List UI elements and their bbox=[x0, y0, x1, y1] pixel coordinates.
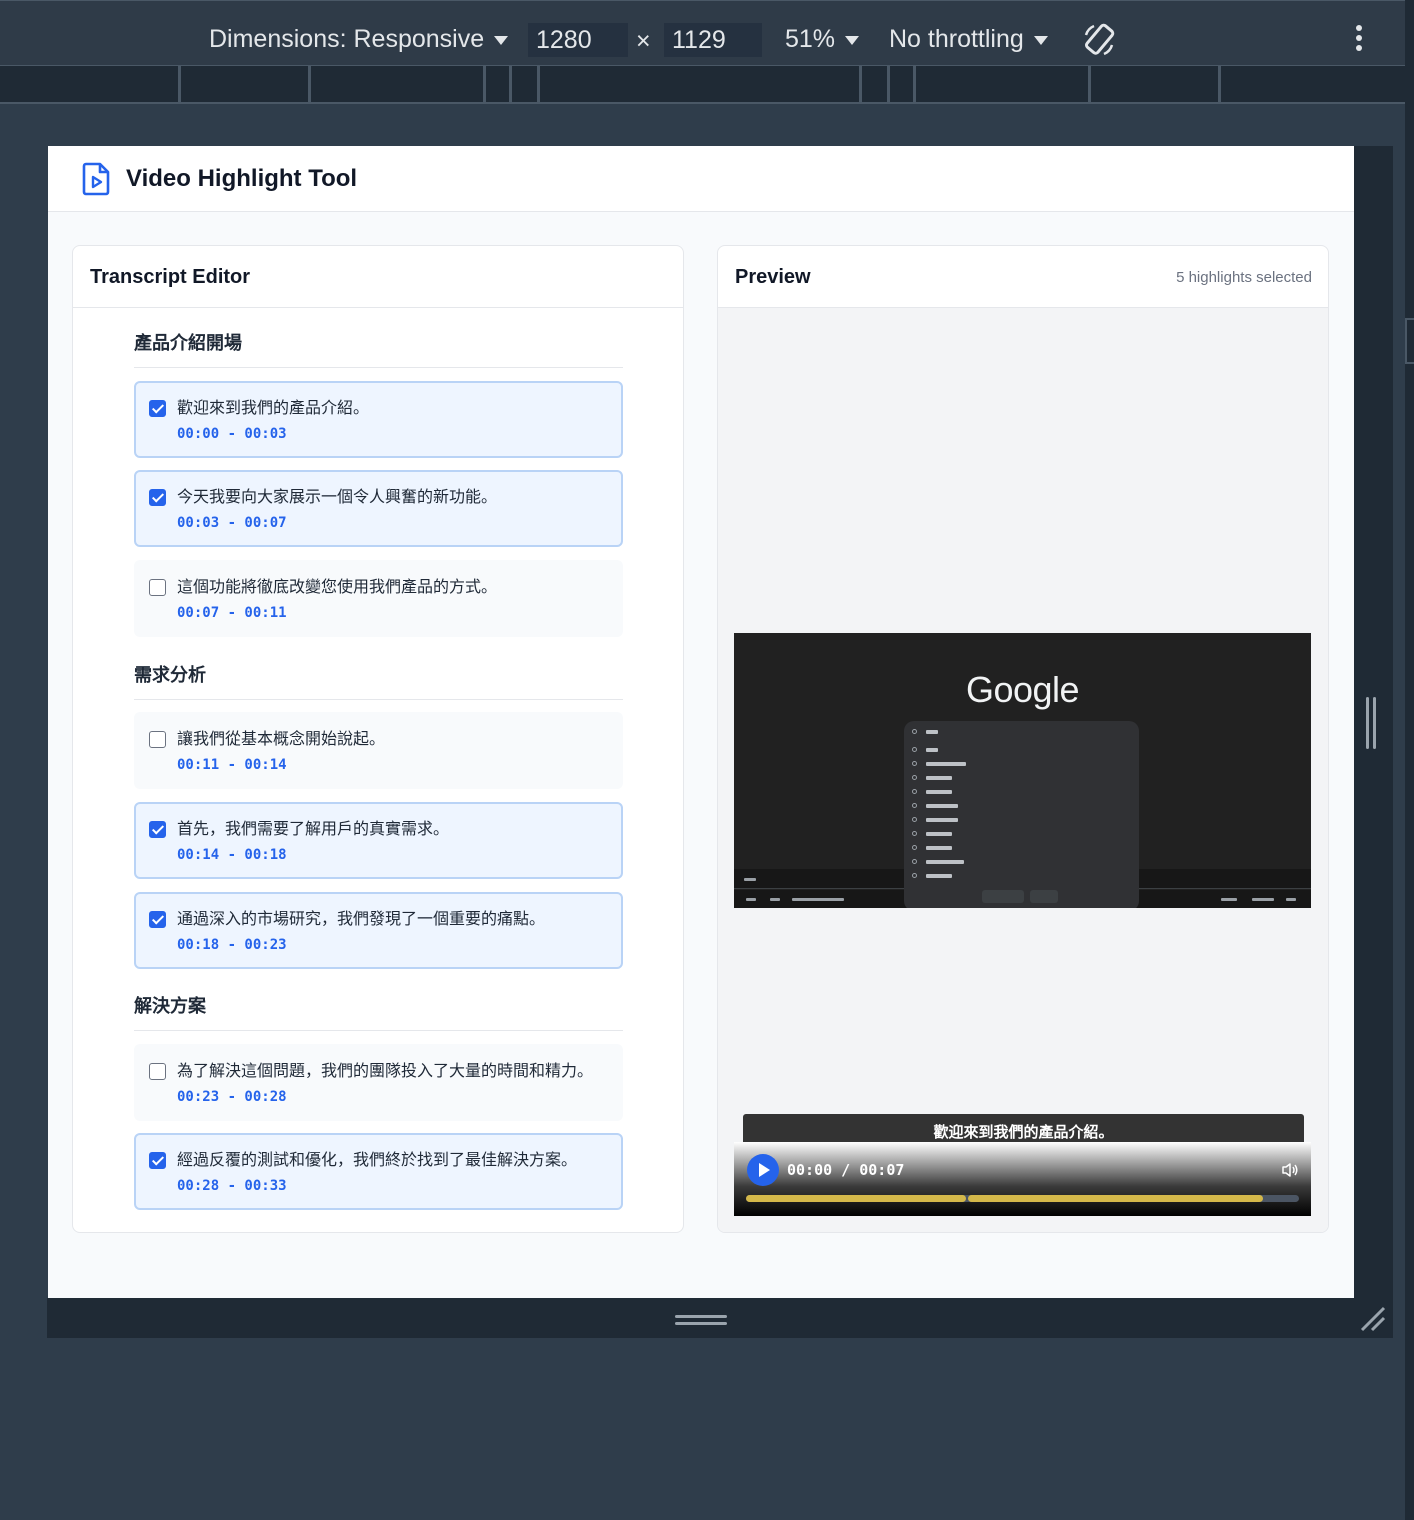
segment-time: 00:07 - 00:11 bbox=[177, 605, 287, 621]
emulated-page: Video Highlight Tool Transcript Editor 產… bbox=[48, 146, 1354, 1298]
video-search-dropdown bbox=[904, 721, 1139, 908]
media-query-bar[interactable] bbox=[0, 66, 1405, 104]
segment-text: 這個功能將徹底改變您使用我們產品的方式。 bbox=[177, 577, 498, 596]
segment-checkbox[interactable] bbox=[149, 1063, 166, 1080]
segment-text: 首先，我們需要了解用戶的真實需求。 bbox=[177, 819, 450, 838]
highlight-range[interactable] bbox=[746, 1195, 967, 1202]
side-strip-marker bbox=[1405, 318, 1414, 364]
segment-time: 00:00 - 00:03 bbox=[177, 426, 287, 442]
video-frame[interactable]: Google bbox=[734, 633, 1311, 908]
zoom-dropdown[interactable]: 51% bbox=[785, 21, 860, 57]
chevron-down-icon bbox=[1033, 35, 1048, 45]
segment-time: 00:11 - 00:14 bbox=[177, 757, 287, 773]
preview-title: Preview bbox=[735, 266, 811, 288]
editor-header: Transcript Editor bbox=[73, 246, 683, 308]
segment-checkbox[interactable] bbox=[149, 400, 166, 417]
preview-header: Preview 5 highlights selected bbox=[718, 246, 1328, 308]
resize-corner-icon[interactable] bbox=[1358, 1304, 1388, 1334]
highlights-count: 5 highlights selected bbox=[1176, 269, 1312, 286]
times-separator: × bbox=[636, 27, 651, 55]
segment-text: 經過反覆的測試和優化，我們終於找到了最佳解決方案。 bbox=[177, 1150, 578, 1169]
rotate-icon[interactable] bbox=[1080, 21, 1118, 59]
segment-time: 00:14 - 00:18 bbox=[177, 847, 287, 863]
segment-time: 00:03 - 00:07 bbox=[177, 515, 287, 531]
throttling-dropdown[interactable]: No throttling bbox=[889, 21, 1048, 57]
time-display: 00:00 / 00:07 bbox=[787, 1161, 905, 1179]
segment-checkbox[interactable] bbox=[149, 911, 166, 928]
segment-text: 讓我們從基本概念開始說起。 bbox=[177, 729, 386, 748]
transcript-editor-panel: Transcript Editor 產品介紹開場 歡迎來到我們的產品介紹。 00… bbox=[72, 245, 684, 1233]
dimensions-label: Dimensions: Responsive bbox=[209, 25, 485, 53]
transcript-segment[interactable]: 通過深入的市場研究，我們發現了一個重要的痛點。 00:18 - 00:23 bbox=[134, 892, 623, 969]
segment-time: 00:28 - 00:33 bbox=[177, 1178, 287, 1194]
segment-checkbox[interactable] bbox=[149, 579, 166, 596]
transcript-segment[interactable]: 讓我們從基本概念開始說起。 00:11 - 00:14 bbox=[134, 712, 623, 789]
segment-checkbox[interactable] bbox=[149, 821, 166, 838]
resize-handle-bottom[interactable] bbox=[675, 1315, 727, 1325]
segment-text: 今天我要向大家展示一個令人興奮的新功能。 bbox=[177, 487, 498, 506]
app-header: Video Highlight Tool bbox=[48, 146, 1354, 212]
devtools-toolbar: Dimensions: Responsive 1280 × 1129 51% N… bbox=[0, 0, 1405, 66]
play-button[interactable] bbox=[747, 1154, 779, 1186]
transcript-segment[interactable]: 為了解決這個問題，我們的團隊投入了大量的時間和精力。 00:23 - 00:28 bbox=[134, 1044, 623, 1121]
segment-text: 為了解決這個問題，我們的團隊投入了大量的時間和精力。 bbox=[177, 1061, 594, 1080]
height-input[interactable]: 1129 bbox=[664, 23, 762, 57]
segment-checkbox[interactable] bbox=[149, 489, 166, 506]
segment-text: 歡迎來到我們的產品介紹。 bbox=[177, 398, 370, 417]
segment-text: 通過深入的市場研究，我們發現了一個重要的痛點。 bbox=[177, 909, 546, 928]
transcript-segment[interactable]: 這個功能將徹底改變您使用我們產品的方式。 00:07 - 00:11 bbox=[134, 560, 623, 637]
segment-time: 00:18 - 00:23 bbox=[177, 937, 287, 953]
video-controls: 00:00 / 00:07 bbox=[734, 1142, 1311, 1216]
progress-track[interactable] bbox=[746, 1195, 1299, 1202]
throttling-label: No throttling bbox=[889, 25, 1024, 53]
segment-time: 00:23 - 00:28 bbox=[177, 1089, 287, 1105]
video-file-icon bbox=[82, 162, 110, 196]
video-brand-text: Google bbox=[965, 669, 1080, 710]
preview-panel: Preview 5 highlights selected Google 歡迎來… bbox=[717, 245, 1329, 1233]
width-input[interactable]: 1280 bbox=[528, 23, 628, 57]
transcript-segment[interactable]: 首先，我們需要了解用戶的真實需求。 00:14 - 00:18 bbox=[134, 802, 623, 879]
transcript-segment[interactable]: 經過反覆的測試和優化，我們終於找到了最佳解決方案。 00:28 - 00:33 bbox=[134, 1133, 623, 1210]
segment-checkbox[interactable] bbox=[149, 1152, 166, 1169]
highlight-range[interactable] bbox=[968, 1195, 1264, 1202]
transcript-segment[interactable]: 歡迎來到我們的產品介紹。 00:00 - 00:03 bbox=[134, 381, 623, 458]
section-title: 需求分析 bbox=[134, 663, 623, 700]
dimensions-dropdown[interactable]: Dimensions: Responsive bbox=[209, 21, 509, 57]
section-title: 解決方案 bbox=[134, 994, 623, 1031]
chevron-down-icon bbox=[494, 35, 509, 45]
section-title: 產品介紹開場 bbox=[134, 331, 623, 368]
editor-title: Transcript Editor bbox=[90, 266, 251, 288]
transcript-segment[interactable]: 今天我要向大家展示一個令人興奮的新功能。 00:03 - 00:07 bbox=[134, 470, 623, 547]
app-title: Video Highlight Tool bbox=[126, 165, 358, 192]
segment-checkbox[interactable] bbox=[149, 731, 166, 748]
preview-body: Google 歡迎來到我們的產品介紹。 00:00 / 00:07 bbox=[718, 308, 1328, 1232]
resize-handle-right[interactable] bbox=[1366, 697, 1380, 749]
chevron-down-icon bbox=[845, 35, 860, 45]
devtools-side-strip bbox=[1405, 0, 1414, 1520]
volume-icon[interactable] bbox=[1281, 1162, 1299, 1178]
zoom-label: 51% bbox=[785, 25, 836, 53]
more-options-icon[interactable] bbox=[1352, 25, 1366, 55]
